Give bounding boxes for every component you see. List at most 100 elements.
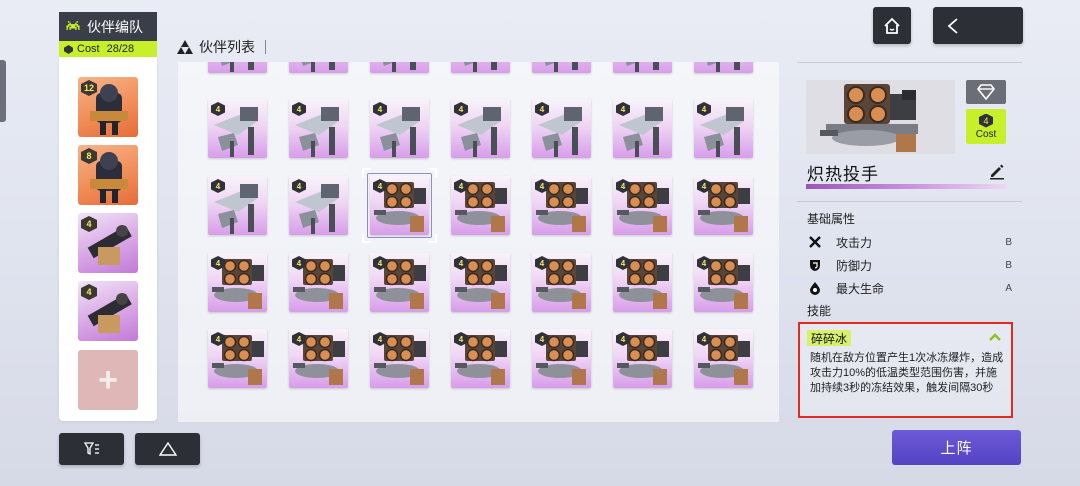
partner-card[interactable]: 4	[613, 62, 672, 73]
partner-list-title: 伙伴列表	[199, 39, 255, 55]
plus-icon: +	[98, 360, 118, 399]
partner-card[interactable]: 4	[451, 253, 510, 312]
partner-card[interactable]: 4	[613, 329, 672, 388]
unit-preview-image	[806, 80, 955, 154]
partner-card[interactable]: 4	[289, 329, 348, 388]
partner-card[interactable]: 4	[289, 62, 348, 73]
partner-card[interactable]: 4	[532, 329, 591, 388]
drone-unit-art	[382, 62, 416, 72]
diamond-icon	[977, 84, 995, 100]
sword-cross-icon	[809, 236, 821, 248]
partner-card[interactable]: 4	[370, 62, 429, 73]
squad-title: 伙伴编队	[87, 18, 143, 35]
selected-card-frame	[367, 173, 432, 238]
drone-unit-art	[301, 62, 335, 72]
partner-card[interactable]: 4	[694, 176, 753, 235]
attribute-rank: B	[1005, 259, 1012, 271]
attribute-rank: B	[1005, 236, 1012, 248]
sort-button[interactable]	[135, 433, 200, 465]
drone-unit-art	[463, 62, 497, 72]
partner-card[interactable]: 4	[208, 253, 267, 312]
partner-card[interactable]: 4	[694, 99, 753, 158]
edit-pencil-icon[interactable]	[988, 162, 1006, 180]
squad-slot[interactable]: 12	[78, 77, 138, 137]
home-button[interactable]	[873, 7, 911, 44]
attribute-row: 防御力 B	[808, 257, 1018, 273]
partner-card[interactable]: 4	[289, 176, 348, 235]
partner-card[interactable]: 4	[370, 329, 429, 388]
drone-unit-art	[625, 62, 659, 72]
cost-value: 4	[979, 113, 993, 128]
tri-force-icon	[177, 40, 193, 54]
unit-name: 炽热投手	[807, 165, 879, 184]
back-arrow-icon	[947, 17, 958, 34]
skills-label: 技能	[807, 304, 832, 318]
home-icon	[884, 17, 900, 34]
partner-card[interactable]: 4	[370, 253, 429, 312]
partner-card[interactable]: 4	[613, 253, 672, 312]
launcher-unit-art	[806, 80, 955, 154]
partner-card[interactable]: 4	[208, 176, 267, 235]
selection-corner	[362, 234, 371, 243]
partner-card[interactable]: 4	[451, 176, 510, 235]
partner-card[interactable]: 4	[694, 62, 753, 73]
skill-description: 随机在敌方位置产生1次冰冻爆炸，造成攻击力10%的低温类型范围伤害，并施加持续3…	[810, 352, 1004, 394]
title-divider	[265, 40, 266, 54]
partner-list-header: 伙伴列表	[177, 38, 266, 56]
partner-card[interactable]: 4	[694, 329, 753, 388]
squad-cost-label: Cost	[77, 43, 100, 55]
base-attributes-label: 基础属性	[807, 212, 856, 226]
selection-corner	[428, 168, 437, 177]
cost-badge: 4 Cost	[966, 109, 1006, 144]
cost-label: Cost	[975, 128, 997, 140]
partner-card[interactable]: 4	[208, 62, 267, 73]
squad-cost-bar: Cost 28/28	[59, 41, 157, 57]
rarity-gradient-bar	[806, 184, 1006, 189]
attribute-label: 攻击力	[836, 235, 873, 250]
attribute-label: 防御力	[836, 258, 873, 273]
partner-card[interactable]: 4	[208, 329, 267, 388]
side-drawer-handle[interactable]	[0, 60, 6, 122]
filter-button[interactable]	[59, 433, 124, 465]
squad-header: 伙伴编队	[59, 12, 157, 41]
invader-icon	[66, 20, 80, 30]
back-button[interactable]	[933, 7, 1023, 44]
filter-icon	[83, 442, 99, 456]
attribute-rank: A	[1005, 282, 1012, 294]
squad-slot-list: 12 8 4 4 +	[59, 57, 157, 421]
partner-card[interactable]: 4	[694, 253, 753, 312]
partner-card[interactable]: 4	[532, 99, 591, 158]
squad-cost-value: 28/28	[106, 43, 135, 55]
deploy-button[interactable]: 上阵	[892, 430, 1021, 465]
attribute-row: 最大生命 A	[808, 280, 1018, 296]
partner-card[interactable]: 4	[451, 99, 510, 158]
skill-card[interactable]: 碎碎冰 随机在敌方位置产生1次冰冻爆炸，造成攻击力10%的低温类型范围伤害，并施…	[798, 322, 1013, 418]
selection-corner	[428, 234, 437, 243]
partner-grid: 44444444444444444444444444444444444	[178, 62, 779, 422]
drone-unit-art	[706, 62, 740, 72]
drop-icon	[810, 282, 820, 295]
attribute-row: 攻击力 B	[808, 234, 1018, 250]
add-squad-slot-button[interactable]: +	[78, 350, 138, 410]
skill-name: 碎碎冰	[807, 330, 852, 346]
shield-icon	[810, 260, 820, 271]
partner-card[interactable]: 4	[289, 253, 348, 312]
cost-gem-icon	[64, 44, 73, 54]
partner-card[interactable]: 4	[208, 99, 267, 158]
partner-card[interactable]: 4	[289, 99, 348, 158]
partner-card[interactable]: 4	[613, 99, 672, 158]
drone-unit-art	[220, 62, 254, 72]
partner-card[interactable]: 4	[532, 62, 591, 73]
chevron-up-icon[interactable]	[989, 333, 1001, 341]
partner-card[interactable]: 4	[370, 99, 429, 158]
partner-card[interactable]: 4	[532, 176, 591, 235]
squad-slot[interactable]: 8	[78, 145, 138, 205]
partner-card[interactable]: 4	[613, 176, 672, 235]
triangle-icon	[158, 442, 177, 456]
partner-card[interactable]: 4	[451, 329, 510, 388]
partner-card[interactable]: 4	[532, 253, 591, 312]
squad-slot[interactable]: 4	[78, 213, 138, 273]
squad-slot[interactable]: 4	[78, 281, 138, 341]
drone-unit-art	[544, 62, 578, 72]
partner-card[interactable]: 4	[451, 62, 510, 73]
